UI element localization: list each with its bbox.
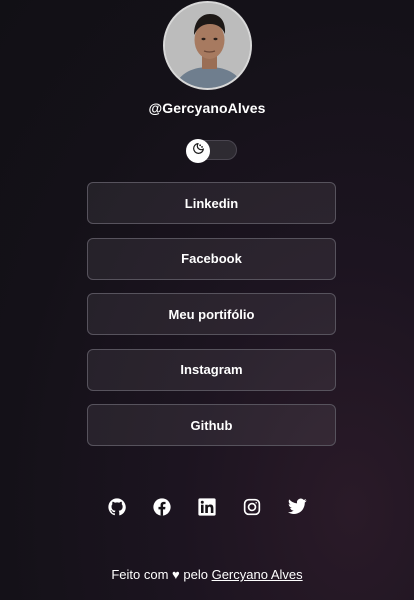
profile-section: @GercyanoAlves: [0, 0, 414, 116]
username: @GercyanoAlves: [148, 100, 266, 116]
instagram-link-button[interactable]: Instagram: [87, 348, 336, 391]
facebook-link-button[interactable]: Facebook: [87, 237, 336, 280]
footer-text: Feito com ♥ pelo: [111, 567, 212, 582]
theme-toggle-knob[interactable]: [186, 139, 210, 163]
linkedin-link-button[interactable]: Linkedin: [87, 182, 336, 224]
links-list: Linkedin Facebook Meu portifólio Instagr…: [87, 182, 336, 460]
author-link[interactable]: Gercyano Alves: [212, 567, 303, 582]
github-icon[interactable]: [108, 497, 127, 516]
twitter-icon[interactable]: [287, 497, 307, 516]
footer: Feito com ♥ pelo Gercyano Alves: [0, 567, 414, 582]
linkedin-icon[interactable]: [198, 497, 217, 516]
social-icons: [0, 497, 414, 516]
avatar: [162, 1, 252, 90]
facebook-icon[interactable]: [153, 497, 172, 516]
github-link-button[interactable]: Github: [87, 404, 336, 446]
portfolio-link-button[interactable]: Meu portifólio: [87, 293, 336, 335]
moon-icon: [192, 142, 205, 160]
instagram-icon[interactable]: [243, 497, 262, 516]
theme-toggle[interactable]: [186, 139, 237, 163]
